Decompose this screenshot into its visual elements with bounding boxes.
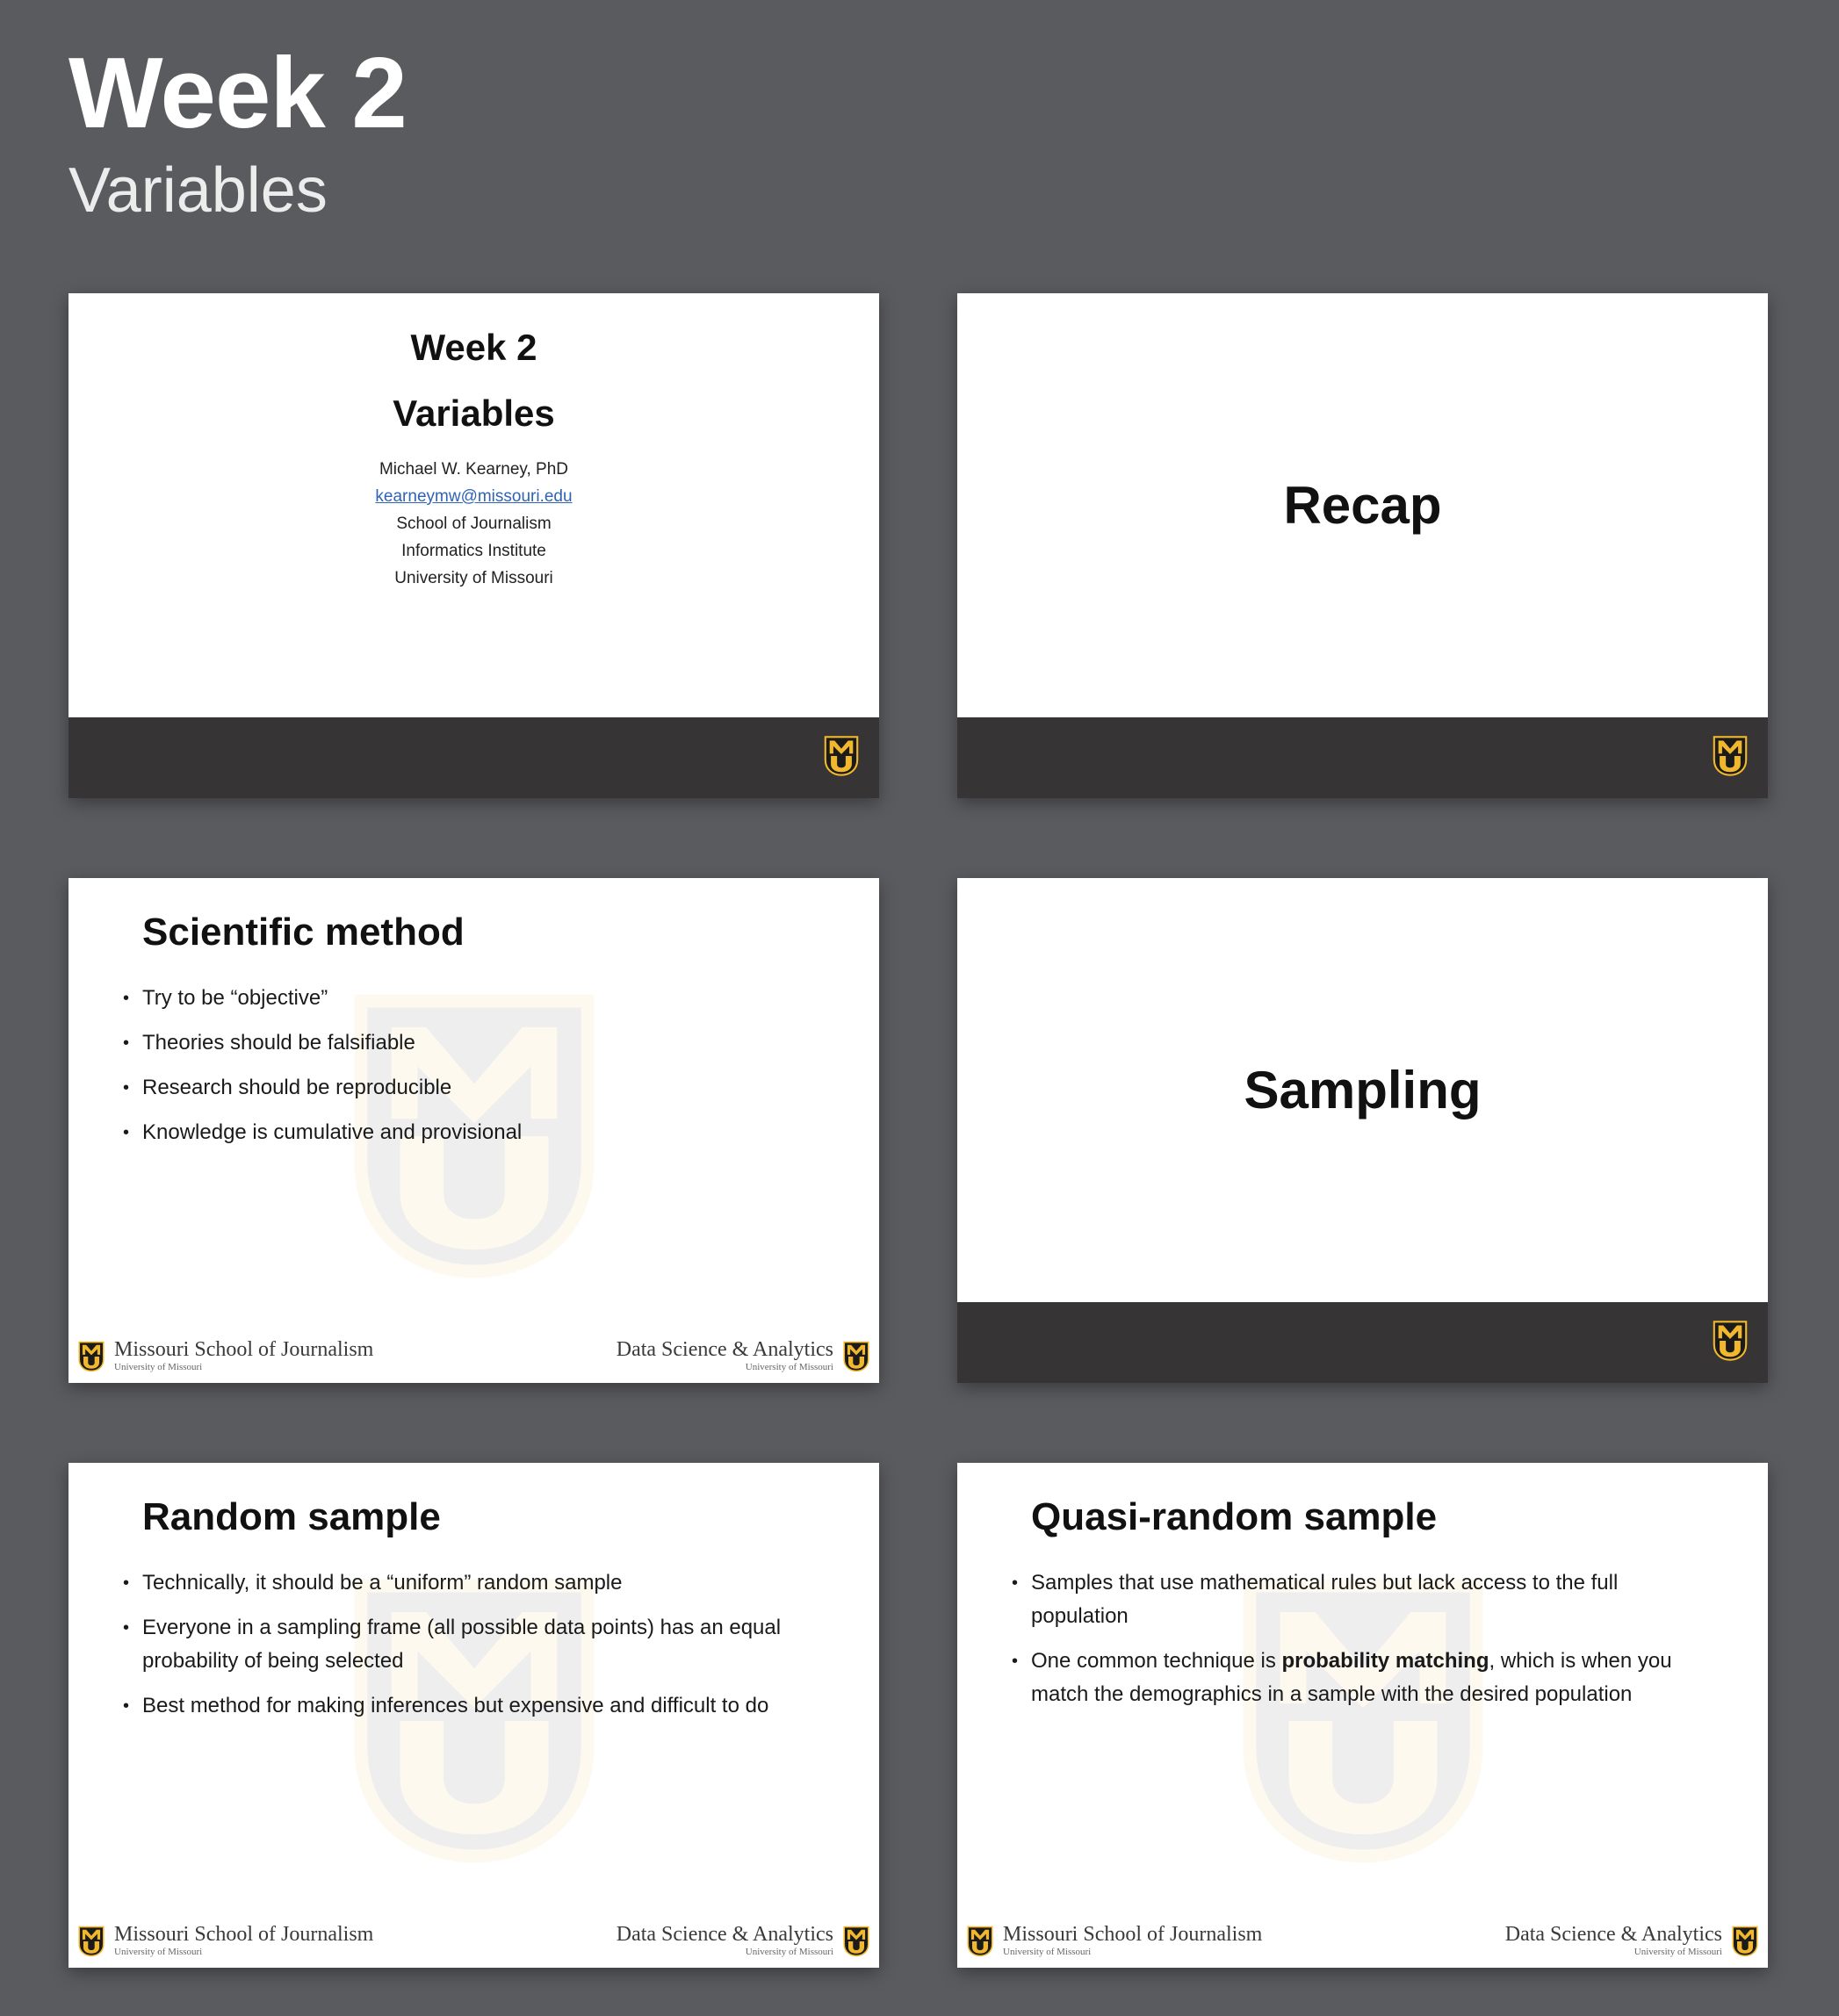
bullet-list: Try to be “objective” Theories should be… (123, 982, 826, 1161)
footer-journalism-text: Missouri School of Journalism (114, 1923, 374, 1946)
slide-footer-bar (957, 717, 1768, 798)
mizzou-logo-icon (1712, 735, 1749, 777)
footer-dsa-text: Data Science & Analytics (616, 1923, 833, 1946)
footer-dsa-sub: University of Missouri (745, 1947, 833, 1957)
bullet-item: Samples that use mathematical rules but … (1012, 1566, 1637, 1633)
section-title: Recap (1283, 476, 1442, 535)
footer-dsa-logo: Data Science & Analytics University of M… (1505, 1922, 1759, 1961)
mizzou-logo-icon (842, 1341, 870, 1372)
bullet-item: Technically, it should be a “uniform” ra… (123, 1566, 826, 1600)
bullet-text: One common technique is (1031, 1649, 1282, 1673)
slide-title[interactable]: Week 2 Variables Michael W. Kearney, PhD… (69, 293, 879, 798)
slide-heading: Random sample (142, 1495, 441, 1538)
footer-journalism-sub: University of Missouri (114, 1362, 203, 1372)
affiliation-informatics: Informatics Institute (401, 542, 546, 560)
slide-random-sample[interactable]: Random sample Technically, it should be … (69, 1463, 879, 1968)
page-subtitle: Variables (69, 155, 328, 226)
bullet-item: Theories should be falsifiable (123, 1026, 826, 1060)
slide-heading: Scientific method (142, 911, 465, 954)
footer-journalism-text: Missouri School of Journalism (1003, 1923, 1263, 1946)
mizzou-logo-icon (77, 1926, 105, 1957)
footer-journalism-text: Missouri School of Journalism (114, 1338, 374, 1361)
footer-dsa-text: Data Science & Analytics (616, 1338, 833, 1361)
footer-journalism-logo: Missouri School of Journalism University… (966, 1922, 1262, 1961)
bullet-list: Samples that use mathematical rules but … (1012, 1566, 1679, 1723)
slide-week-heading: Week 2 (410, 327, 537, 368)
section-title: Sampling (1244, 1061, 1482, 1120)
mizzou-logo-icon (966, 1926, 994, 1957)
mizzou-logo-icon (823, 735, 860, 777)
mizzou-logo-icon (842, 1926, 870, 1957)
affiliation-university: University of Missouri (394, 569, 553, 587)
slide-recap[interactable]: Recap (957, 293, 1768, 798)
slide-sampling[interactable]: Sampling (957, 878, 1768, 1383)
bullet-item: One common technique is probability matc… (1012, 1645, 1681, 1711)
footer-dsa-logo: Data Science & Analytics University of M… (617, 1337, 870, 1376)
bullet-item: Research should be reproducible (123, 1071, 826, 1105)
mizzou-logo-icon (77, 1341, 105, 1372)
bullet-item: Everyone in a sampling frame (all possib… (123, 1611, 792, 1678)
footer-journalism-logo: Missouri School of Journalism University… (77, 1922, 373, 1961)
footer-journalism-sub: University of Missouri (114, 1947, 203, 1957)
title-block: Week 2 Variables Michael W. Kearney, PhD… (69, 327, 879, 592)
slide-footer-bar (69, 717, 879, 798)
author-name: Michael W. Kearney, PhD (379, 460, 569, 479)
footer-journalism-logo: Missouri School of Journalism University… (77, 1337, 373, 1376)
bullet-emphasis: probability matching (1281, 1649, 1489, 1673)
slide-quasi-random-sample[interactable]: Quasi-random sample Samples that use mat… (957, 1463, 1768, 1968)
affiliation-journalism: School of Journalism (396, 515, 552, 533)
author-info: Michael W. Kearney, PhD kearneymw@missou… (69, 456, 879, 592)
footer-dsa-logo: Data Science & Analytics University of M… (617, 1922, 870, 1961)
bullet-item: Try to be “objective” (123, 982, 826, 1015)
mizzou-logo-icon (1712, 1320, 1749, 1362)
footer-dsa-text: Data Science & Analytics (1504, 1923, 1722, 1946)
slide-scientific-method[interactable]: Scientific method Try to be “objective” … (69, 878, 879, 1383)
footer-journalism-sub: University of Missouri (1003, 1947, 1092, 1957)
slide-footer-bar (957, 1302, 1768, 1383)
mizzou-logo-icon (1731, 1926, 1759, 1957)
page-title: Week 2 (69, 38, 407, 149)
bullet-item: Knowledge is cumulative and provisional (123, 1116, 826, 1149)
footer-dsa-sub: University of Missouri (745, 1362, 833, 1372)
bullet-item: Best method for making inferences but ex… (123, 1689, 826, 1723)
author-email-link[interactable]: kearneymw@missouri.edu (375, 487, 572, 506)
bullet-list: Technically, it should be a “uniform” ra… (123, 1566, 826, 1734)
slide-heading: Quasi-random sample (1031, 1495, 1438, 1538)
slide-topic-heading: Variables (393, 392, 555, 434)
footer-dsa-sub: University of Missouri (1633, 1947, 1722, 1957)
